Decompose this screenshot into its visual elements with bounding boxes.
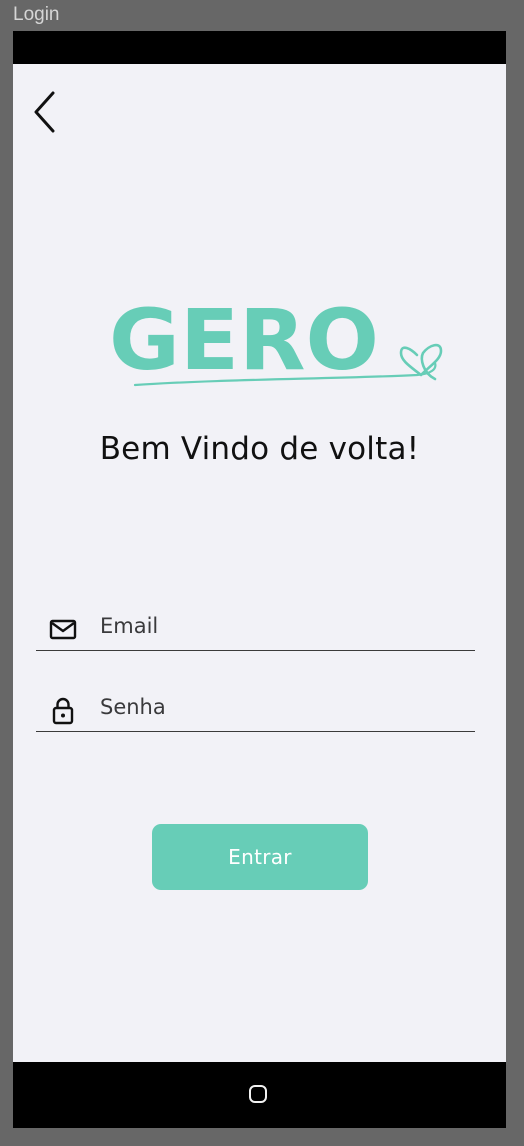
navigation-bar <box>13 1062 506 1128</box>
welcome-heading: Bem Vindo de volta! <box>99 431 420 467</box>
mail-icon <box>49 619 77 640</box>
heart-icon <box>399 343 443 381</box>
status-bar <box>13 31 506 64</box>
password-field-row <box>36 687 475 732</box>
chevron-left-icon <box>34 91 55 133</box>
login-button[interactable]: Entrar <box>152 824 368 890</box>
logo-text: GERO <box>109 293 379 389</box>
window-title: Login <box>13 4 60 25</box>
phone-screen: GERO Bem Vindo de volta! Entrar <box>13 31 506 1128</box>
email-field-row <box>36 606 475 651</box>
lock-icon <box>52 697 74 725</box>
home-square-icon[interactable] <box>249 1085 267 1103</box>
gero-logo: GERO <box>105 291 450 393</box>
password-input[interactable] <box>100 691 460 723</box>
back-button[interactable] <box>29 87 69 137</box>
email-input[interactable] <box>100 610 460 642</box>
